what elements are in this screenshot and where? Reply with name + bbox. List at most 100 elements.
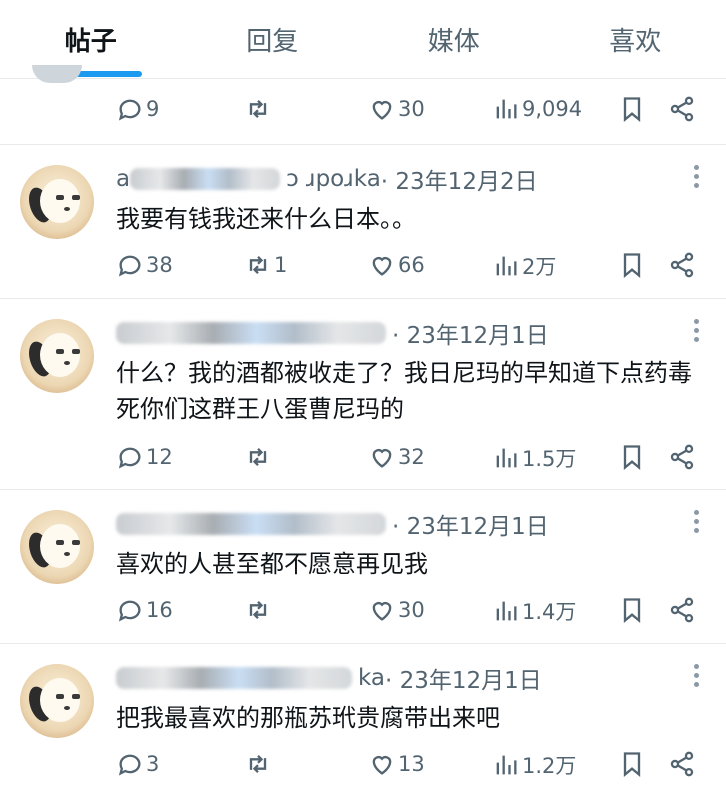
- like-count: 13: [398, 752, 425, 776]
- more-options-icon[interactable]: [694, 319, 700, 342]
- avatar[interactable]: [20, 319, 94, 393]
- views-button[interactable]: 1.5万: [492, 443, 576, 473]
- views-icon: [492, 252, 520, 280]
- repost-button[interactable]: [244, 596, 274, 624]
- post-meta: · 23年12月1日: [116, 508, 676, 540]
- more-options-icon[interactable]: [694, 165, 700, 188]
- views-button[interactable]: 9,094: [492, 95, 582, 123]
- avatar[interactable]: [20, 664, 94, 738]
- reply-count: 9: [146, 97, 159, 121]
- post-meta: · 23年12月1日: [116, 317, 676, 349]
- bookmark-icon: [618, 95, 646, 123]
- like-button[interactable]: 30: [368, 95, 425, 123]
- bookmark-button[interactable]: [618, 251, 646, 279]
- reply-count: 16: [146, 598, 173, 622]
- reply-icon: [116, 750, 144, 778]
- post-date[interactable]: · 23年12月1日: [392, 316, 549, 350]
- share-icon: [668, 596, 696, 624]
- tab-posts[interactable]: 帖子: [0, 0, 182, 78]
- share-button[interactable]: [668, 443, 696, 471]
- avatar: [32, 65, 82, 83]
- like-count: 32: [398, 445, 425, 469]
- post-actions: 16 30 1.4万: [116, 596, 702, 626]
- post-text: 什么？我的酒都被收走了？我日尼玛的早知道下点药毒死你们这群王八蛋曹尼玛的: [116, 355, 696, 427]
- views-icon: [492, 597, 520, 625]
- repost-count: 1: [274, 253, 287, 277]
- heart-icon: [368, 251, 396, 279]
- bookmark-icon: [618, 251, 646, 279]
- bookmark-icon: [618, 443, 646, 471]
- views-icon: [492, 95, 520, 123]
- avatar[interactable]: [20, 510, 94, 584]
- views-button[interactable]: 1.4万: [492, 596, 576, 626]
- handle-tail: ɔ ɹpoɹka: [286, 166, 381, 192]
- post-text: 喜欢的人甚至都不愿意再见我: [116, 546, 696, 582]
- post[interactable]: · 23年12月1日 喜欢的人甚至都不愿意再见我 16 30 1.4万: [0, 490, 726, 644]
- post-date[interactable]: · 23年12月1日: [392, 507, 549, 541]
- views-button[interactable]: 1.2万: [492, 750, 576, 780]
- partial-post[interactable]: 9 30 9,094: [0, 79, 726, 145]
- redacted-username: [130, 168, 280, 190]
- tab-likes[interactable]: 喜欢: [545, 0, 726, 78]
- reply-button[interactable]: 12: [116, 443, 173, 471]
- post-meta: ka · 23年12月1日: [116, 662, 676, 694]
- post[interactable]: a ɔ ɹpoɹka · 23年12月2日 我要有钱我还来什么日本。。 38 1…: [0, 145, 726, 299]
- reply-icon: [116, 596, 144, 624]
- like-count: 30: [398, 598, 425, 622]
- repost-button[interactable]: [244, 750, 274, 778]
- reply-button[interactable]: 3: [116, 750, 159, 778]
- bookmark-button[interactable]: [618, 596, 646, 624]
- share-button[interactable]: [668, 95, 696, 123]
- reply-button[interactable]: 9: [116, 95, 159, 123]
- post-meta: a ɔ ɹpoɹka · 23年12月2日: [116, 163, 676, 195]
- redacted-username: [116, 322, 386, 344]
- view-count: 1.5万: [522, 443, 576, 473]
- share-button[interactable]: [668, 251, 696, 279]
- view-count: 1.4万: [522, 596, 576, 626]
- repost-icon: [244, 596, 272, 624]
- like-button[interactable]: 30: [368, 596, 425, 624]
- repost-button[interactable]: [244, 443, 274, 471]
- share-icon: [668, 750, 696, 778]
- share-icon: [668, 443, 696, 471]
- like-count: 30: [398, 97, 425, 121]
- more-options-icon[interactable]: [694, 664, 700, 687]
- views-icon: [492, 444, 520, 472]
- redacted-username: [116, 513, 386, 535]
- bookmark-button[interactable]: [618, 95, 646, 123]
- post-actions: 3 13 1.2万: [116, 750, 702, 780]
- post-text: 把我最喜欢的那瓶苏玳贵腐带出来吧: [116, 700, 696, 736]
- reply-icon: [116, 95, 144, 123]
- share-button[interactable]: [668, 596, 696, 624]
- reply-button[interactable]: 16: [116, 596, 173, 624]
- heart-icon: [368, 750, 396, 778]
- repost-button[interactable]: 1: [244, 251, 287, 279]
- like-button[interactable]: 13: [368, 750, 425, 778]
- share-button[interactable]: [668, 750, 696, 778]
- like-button[interactable]: 32: [368, 443, 425, 471]
- post-date[interactable]: · 23年12月1日: [385, 661, 542, 695]
- views-button[interactable]: 2万: [492, 251, 556, 281]
- repost-button[interactable]: [244, 95, 274, 123]
- bookmark-button[interactable]: [618, 443, 646, 471]
- heart-icon: [368, 443, 396, 471]
- reply-button[interactable]: 38: [116, 251, 173, 279]
- post[interactable]: ka · 23年12月1日 把我最喜欢的那瓶苏玳贵腐带出来吧 3 13 1.2万: [0, 644, 726, 791]
- heart-icon: [368, 95, 396, 123]
- share-icon: [668, 95, 696, 123]
- tab-replies[interactable]: 回复: [182, 0, 364, 78]
- reply-count: 12: [146, 445, 173, 469]
- redacted-username: [116, 667, 352, 689]
- avatar[interactable]: [20, 165, 94, 239]
- view-count: 9,094: [522, 97, 582, 121]
- repost-icon: [244, 443, 272, 471]
- post[interactable]: · 23年12月1日 什么？我的酒都被收走了？我日尼玛的早知道下点药毒死你们这群…: [0, 299, 726, 490]
- like-count: 66: [398, 253, 425, 277]
- bookmark-button[interactable]: [618, 750, 646, 778]
- more-options-icon[interactable]: [694, 510, 700, 533]
- tab-media[interactable]: 媒体: [363, 0, 545, 78]
- like-button[interactable]: 66: [368, 251, 425, 279]
- post-date[interactable]: · 23年12月2日: [381, 162, 538, 196]
- handle-prefix[interactable]: a: [116, 166, 130, 192]
- reply-count: 38: [146, 253, 173, 277]
